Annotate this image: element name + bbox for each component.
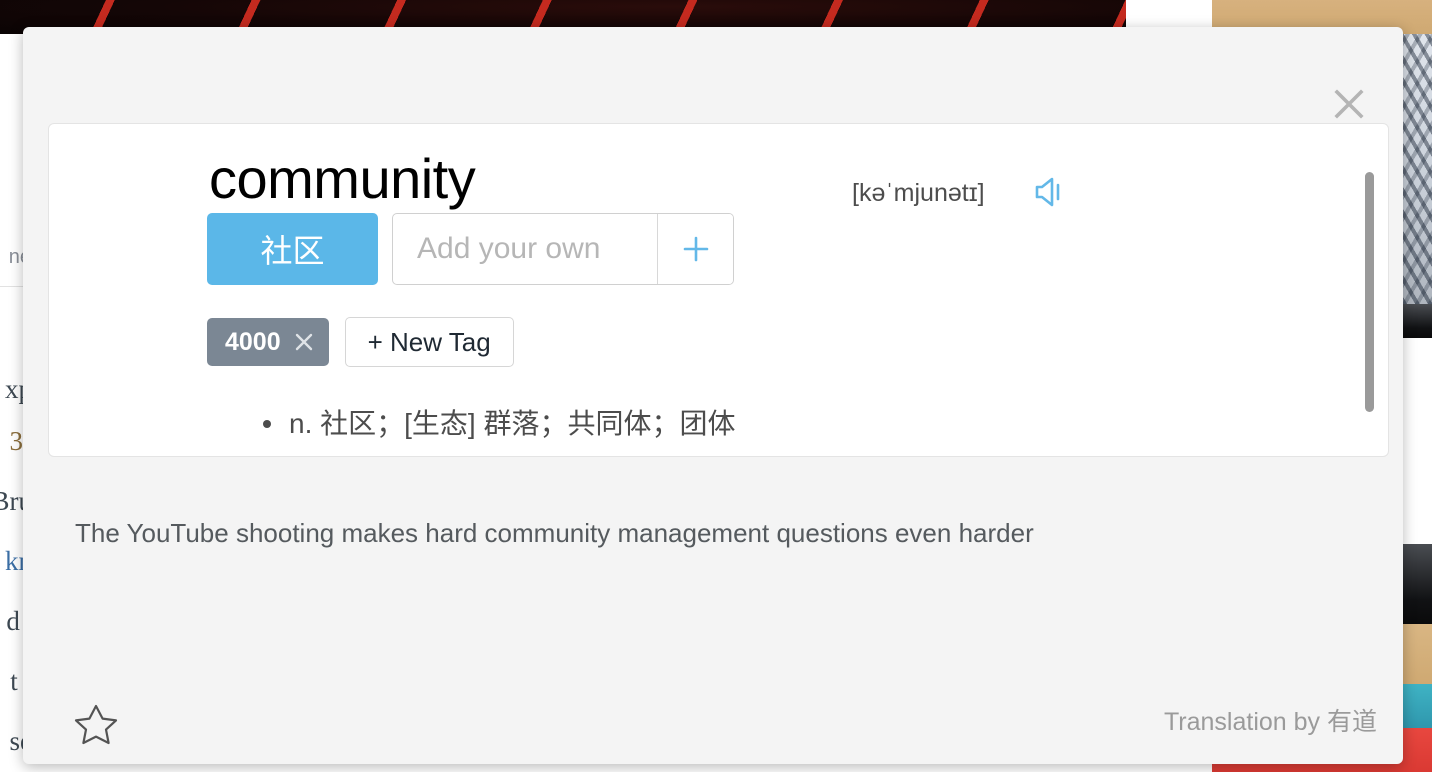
speaker-icon[interactable] [1031,172,1071,212]
add-translation-input[interactable] [393,214,657,284]
definition-item: n. 社区；[生态] 群落；共同体；团体 [249,406,1249,442]
screen: ne xp 3! Bru kn d | t i se ub 00 communi… [0,0,1432,772]
translation-chip-row: 社区 [207,213,734,285]
dictionary-popup: community [kəˈmjunətɪ] 社区 Add your own 4… [23,27,1403,764]
card-scrollbar[interactable] [1365,172,1374,412]
attribution-text: Translation by 有道 [1163,708,1377,736]
new-tag-button[interactable]: + New Tag [344,317,514,367]
context-sentence: The YouTube shooting makes hard communit… [75,518,1034,548]
close-icon[interactable] [293,331,315,353]
phonetic-transcription: [kəˈmjunətɪ] [852,179,985,207]
tag-row: 4000 + New Tag [207,317,514,367]
plus-icon[interactable] [657,214,733,284]
translation-chip[interactable]: 社区 [207,213,378,285]
page-title: community [209,147,476,210]
tag-label: 4000 [225,327,281,356]
star-icon[interactable] [73,701,119,747]
add-translation-group [392,213,734,285]
word-detail-card: community [kəˈmjunətɪ] 社区 Add your own 4… [48,123,1389,457]
close-icon[interactable] [1327,82,1371,126]
definition-list: n. 社区；[生态] 群落；共同体；团体 [249,406,1249,442]
tag-chip[interactable]: 4000 [207,318,329,366]
